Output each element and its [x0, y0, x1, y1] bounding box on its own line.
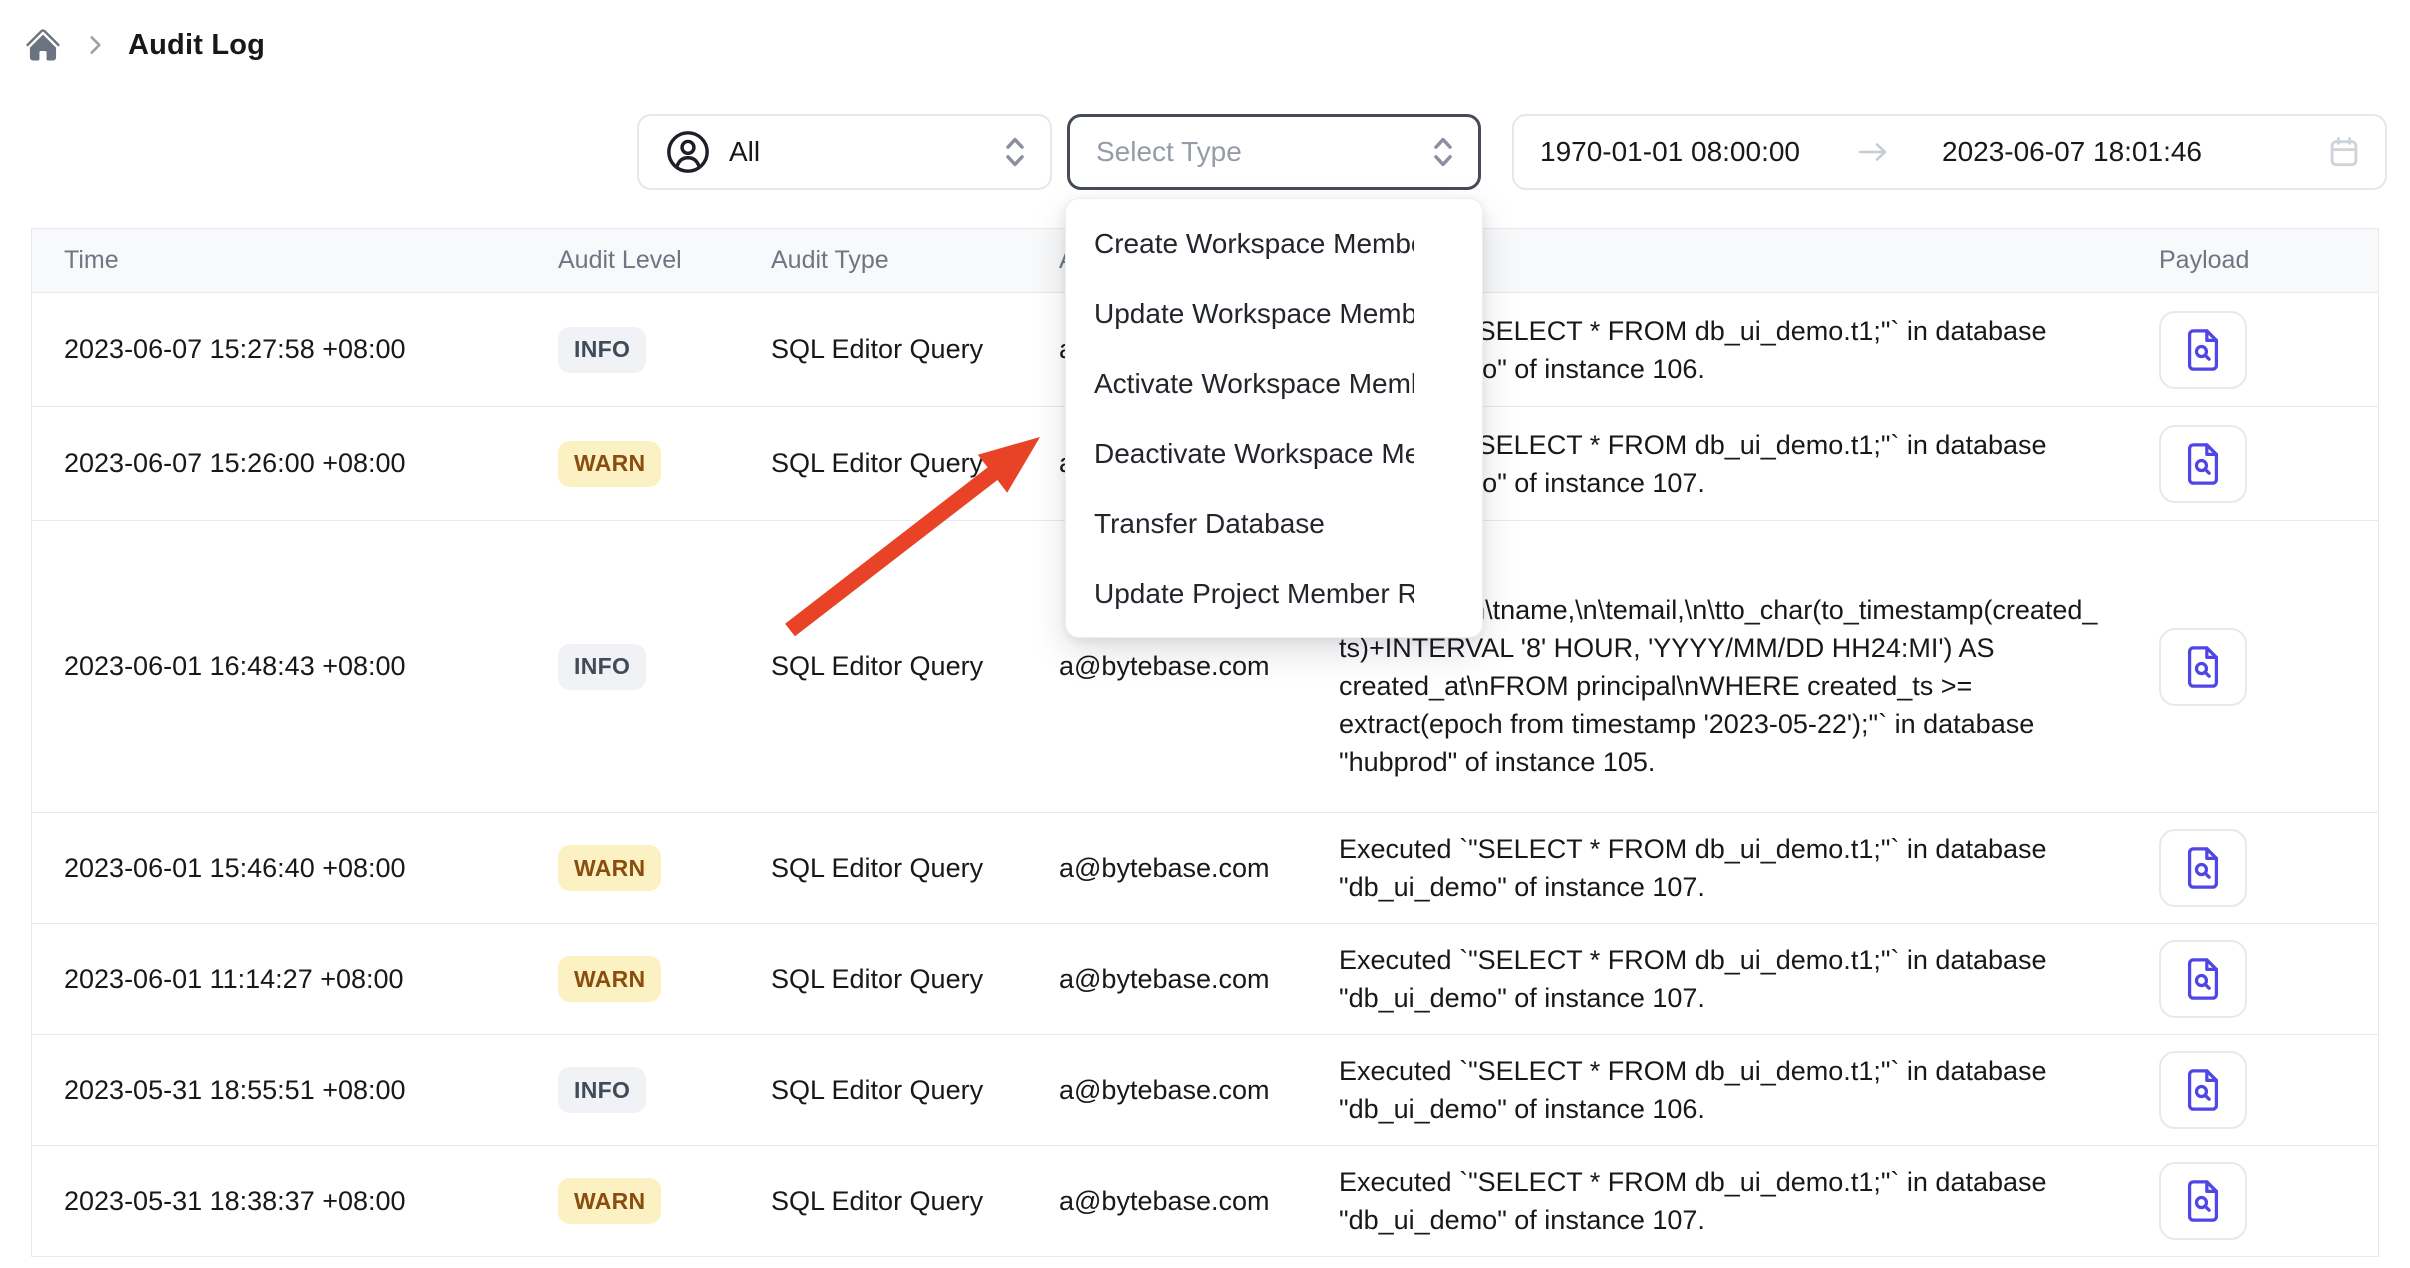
file-search-icon	[2180, 327, 2226, 373]
page-title: Audit Log	[128, 29, 265, 62]
cell-actor: a@bytebase.com	[1059, 853, 1331, 884]
file-search-icon	[2180, 845, 2226, 891]
user-circle-icon	[665, 129, 711, 175]
column-header-type: Audit Type	[771, 246, 1059, 275]
status-badge: WARN	[558, 845, 661, 891]
cell-audit-type: SQL Editor Query	[771, 964, 1059, 995]
file-search-icon	[2180, 644, 2226, 690]
cell-actor: a@bytebase.com	[1059, 1075, 1331, 1106]
dropdown-item-create-workspace-member[interactable]: Create Workspace Member	[1066, 209, 1482, 279]
type-filter-placeholder: Select Type	[1096, 136, 1242, 168]
cell-comment: Executed `"SELECT * FROM db_ui_demo.t1;"…	[1331, 1052, 2111, 1128]
type-filter-select[interactable]: Select Type	[1067, 114, 1481, 190]
table-row: 2023-06-01 11:14:27 +08:00 WARN SQL Edit…	[32, 924, 2378, 1035]
column-header-payload: Payload	[2111, 246, 2378, 275]
dropdown-item-activate-workspace-member[interactable]: Activate Workspace Member	[1066, 349, 1482, 419]
file-search-icon	[2180, 441, 2226, 487]
view-payload-button[interactable]	[2159, 829, 2247, 907]
breadcrumb: Audit Log	[24, 26, 265, 64]
cell-comment: Executed `"SELECT * FROM db_ui_demo.t1;"…	[1331, 830, 2111, 906]
cell-time: 2023-05-31 18:38:37 +08:00	[64, 1186, 558, 1217]
cell-audit-type: SQL Editor Query	[771, 1186, 1059, 1217]
cell-audit-type: SQL Editor Query	[771, 448, 1059, 479]
cell-time: 2023-06-07 15:26:00 +08:00	[64, 448, 558, 479]
column-header-time: Time	[64, 246, 558, 275]
date-range-start[interactable]: 1970-01-01 08:00:00	[1540, 136, 1800, 168]
cell-time: 2023-06-01 11:14:27 +08:00	[64, 964, 558, 995]
actor-filter-select[interactable]: All	[637, 114, 1052, 190]
chevron-right-icon	[82, 32, 108, 58]
calendar-icon[interactable]	[2325, 133, 2363, 171]
status-badge: INFO	[558, 644, 646, 690]
table-row: 2023-05-31 18:55:51 +08:00 INFO SQL Edit…	[32, 1035, 2378, 1146]
file-search-icon	[2180, 1067, 2226, 1113]
file-search-icon	[2180, 956, 2226, 1002]
cell-comment: Executed `"SELECT * FROM db_ui_demo.t1;"…	[1331, 1163, 2111, 1239]
type-select-dropdown: Create Workspace Member Update Workspace…	[1065, 198, 1483, 638]
status-badge: INFO	[558, 327, 646, 373]
table-row: 2023-06-01 15:46:40 +08:00 WARN SQL Edit…	[32, 813, 2378, 924]
chevron-up-down-icon	[1002, 132, 1028, 172]
cell-time: 2023-06-01 16:48:43 +08:00	[64, 651, 558, 682]
actor-filter-value: All	[729, 136, 760, 168]
view-payload-button[interactable]	[2159, 425, 2247, 503]
cell-audit-type: SQL Editor Query	[771, 1075, 1059, 1106]
status-badge: WARN	[558, 1178, 661, 1224]
cell-actor: a@bytebase.com	[1059, 1186, 1331, 1217]
cell-audit-type: SQL Editor Query	[771, 651, 1059, 682]
dropdown-item-update-project-member-role[interactable]: Update Project Member Role	[1066, 559, 1482, 629]
status-badge: WARN	[558, 956, 661, 1002]
chevron-up-down-icon	[1430, 132, 1456, 172]
cell-time: 2023-06-01 15:46:40 +08:00	[64, 853, 558, 884]
cell-time: 2023-05-31 18:55:51 +08:00	[64, 1075, 558, 1106]
filter-bar: All Select Type 1970-01-01 08:00:00 2023…	[637, 114, 2387, 190]
view-payload-button[interactable]	[2159, 1162, 2247, 1240]
cell-comment: Executed `"SELECT * FROM db_ui_demo.t1;"…	[1331, 941, 2111, 1017]
date-range-picker[interactable]: 1970-01-01 08:00:00 2023-06-07 18:01:46	[1512, 114, 2387, 190]
home-icon[interactable]	[24, 26, 62, 64]
file-search-icon	[2180, 1178, 2226, 1224]
status-badge: WARN	[558, 441, 661, 487]
cell-audit-type: SQL Editor Query	[771, 334, 1059, 365]
view-payload-button[interactable]	[2159, 311, 2247, 389]
view-payload-button[interactable]	[2159, 628, 2247, 706]
table-row: 2023-05-31 18:38:37 +08:00 WARN SQL Edit…	[32, 1146, 2378, 1257]
dropdown-item-deactivate-workspace-member[interactable]: Deactivate Workspace Member	[1066, 419, 1482, 489]
dropdown-item-transfer-database[interactable]: Transfer Database	[1066, 489, 1482, 559]
cell-actor: a@bytebase.com	[1059, 651, 1331, 682]
status-badge: INFO	[558, 1067, 646, 1113]
column-header-level: Audit Level	[558, 246, 771, 275]
cell-time: 2023-06-07 15:27:58 +08:00	[64, 334, 558, 365]
dropdown-item-update-workspace-member[interactable]: Update Workspace Member	[1066, 279, 1482, 349]
cell-audit-type: SQL Editor Query	[771, 853, 1059, 884]
cell-actor: a@bytebase.com	[1059, 964, 1331, 995]
view-payload-button[interactable]	[2159, 940, 2247, 1018]
date-range-end[interactable]: 2023-06-07 18:01:46	[1942, 136, 2202, 168]
view-payload-button[interactable]	[2159, 1051, 2247, 1129]
arrow-right-icon	[1856, 139, 1890, 165]
